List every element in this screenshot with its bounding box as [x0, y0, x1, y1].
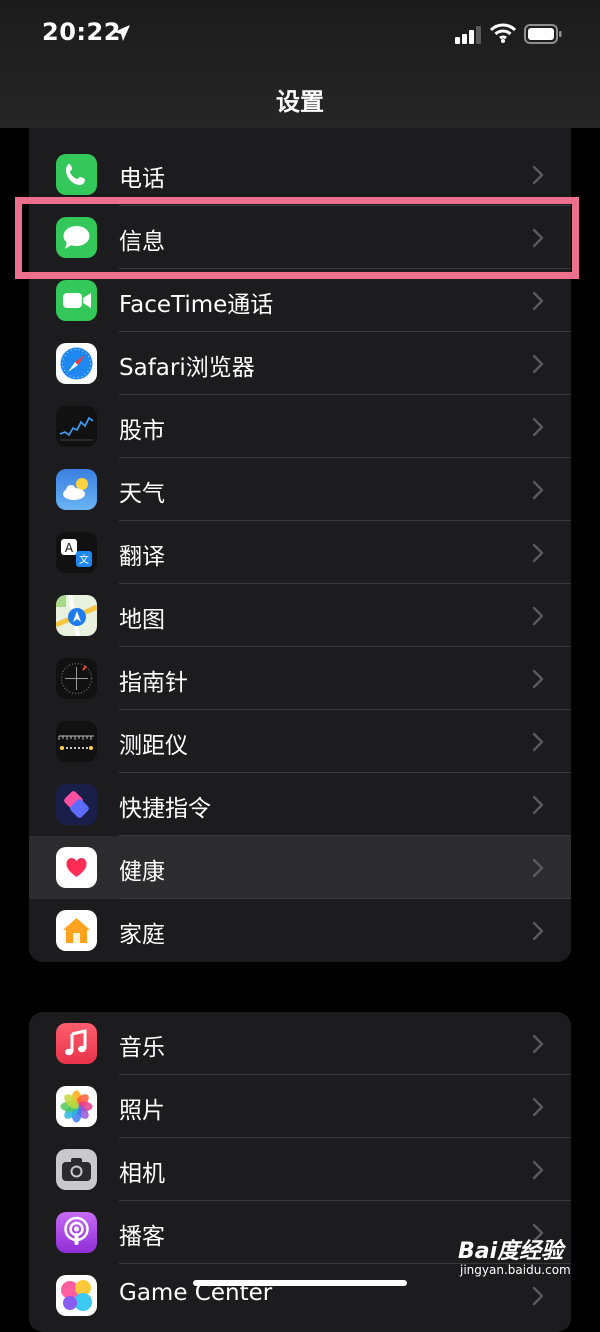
status-bar: 20:22 设置: [0, 0, 600, 128]
podcasts-icon: [56, 1212, 97, 1253]
settings-row-label: 测距仪: [119, 733, 188, 759]
settings-row-label: 播客: [119, 1224, 165, 1250]
settings-row-home-app[interactable]: 家庭: [29, 899, 571, 962]
settings-row-label: 翻译: [119, 544, 165, 570]
weather-icon: [56, 469, 97, 510]
settings-row-stocks[interactable]: 股市: [29, 395, 571, 458]
safari-icon: [56, 343, 97, 384]
chevron-right-icon: [532, 1097, 544, 1121]
chevron-right-icon: [532, 732, 544, 756]
chevron-right-icon: [532, 291, 544, 315]
watermark-logo: Bai度经验: [458, 1239, 564, 1264]
settings-row-label: 地图: [119, 607, 165, 633]
chevron-right-icon: [532, 165, 544, 189]
chevron-right-icon: [532, 606, 544, 630]
home-app-icon: [56, 910, 97, 951]
music-icon: [56, 1023, 97, 1064]
chevron-right-icon: [532, 1286, 544, 1310]
page-title: 设置: [276, 88, 324, 116]
settings-row-label: 家庭: [119, 922, 165, 948]
watermark: Bai度经验 jingyan.baidu.com: [454, 1233, 574, 1285]
settings-row-label: FaceTime通话: [119, 292, 274, 318]
home-indicator: [193, 1280, 407, 1286]
annotation-highlight-box: [15, 197, 579, 279]
translate-icon: A文: [56, 532, 97, 573]
chevron-right-icon: [532, 354, 544, 378]
measure-icon: [56, 721, 97, 762]
wifi-icon: [489, 23, 517, 47]
shortcuts-icon: [56, 784, 97, 825]
settings-row-label: 天气: [119, 481, 165, 507]
chevron-right-icon: [532, 795, 544, 819]
settings-row-label: 股市: [119, 418, 165, 444]
photos-icon: [56, 1086, 97, 1127]
settings-row-music[interactable]: 音乐: [29, 1012, 571, 1075]
settings-row-health[interactable]: 健康: [29, 836, 571, 899]
game-center-icon: [56, 1275, 97, 1316]
settings-row-label: 音乐: [119, 1035, 165, 1061]
chevron-right-icon: [532, 417, 544, 441]
facetime-icon: [56, 280, 97, 321]
settings-row-label: 健康: [119, 859, 165, 885]
svg-text:文: 文: [79, 553, 89, 566]
settings-row-safari[interactable]: Safari浏览器: [29, 332, 571, 395]
chevron-right-icon: [532, 921, 544, 945]
settings-row-translate[interactable]: A 文翻译: [29, 521, 571, 584]
settings-row-weather[interactable]: 天气: [29, 458, 571, 521]
battery-icon: [524, 24, 562, 48]
location-arrow-icon: [112, 23, 132, 47]
settings-row-label: 电话: [119, 166, 165, 192]
settings-row-label: Safari浏览器: [119, 355, 255, 381]
svg-text:A: A: [65, 541, 74, 555]
settings-row-photos[interactable]: 照片: [29, 1075, 571, 1138]
settings-row-maps[interactable]: 地图: [29, 584, 571, 647]
chevron-right-icon: [532, 1034, 544, 1058]
settings-row-measure[interactable]: 测距仪: [29, 710, 571, 773]
settings-row-camera[interactable]: 相机: [29, 1138, 571, 1201]
chevron-right-icon: [532, 858, 544, 882]
camera-icon: [56, 1149, 97, 1190]
stocks-icon: [56, 406, 97, 447]
settings-row-label: 相机: [119, 1161, 165, 1187]
cellular-signal-icon: [455, 26, 483, 48]
settings-row-compass[interactable]: 指南针: [29, 647, 571, 710]
status-time: 20:22: [42, 18, 121, 46]
settings-row-label: 指南针: [119, 670, 188, 696]
compass-icon: [56, 658, 97, 699]
health-icon: [56, 847, 97, 888]
watermark-url: jingyan.baidu.com: [460, 1263, 571, 1277]
chevron-right-icon: [532, 480, 544, 504]
chevron-right-icon: [532, 669, 544, 693]
settings-row-label: 照片: [119, 1098, 165, 1124]
settings-row-label: 快捷指令: [119, 796, 211, 822]
chevron-right-icon: [532, 1160, 544, 1184]
maps-icon: [56, 595, 97, 636]
chevron-right-icon: [532, 543, 544, 567]
phone-icon: [56, 154, 97, 195]
settings-row-shortcuts[interactable]: 快捷指令: [29, 773, 571, 836]
